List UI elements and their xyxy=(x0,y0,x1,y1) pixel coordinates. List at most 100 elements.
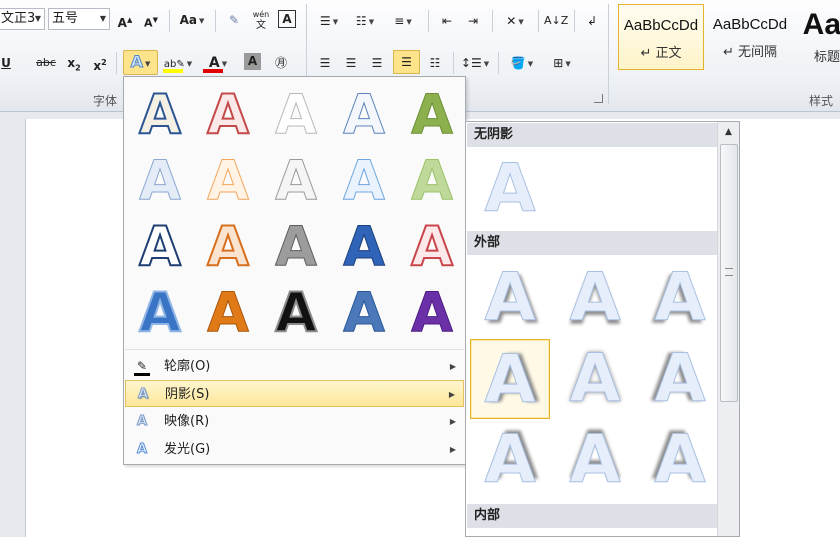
paragraph-launcher-icon[interactable] xyxy=(594,94,603,103)
effect-style-10[interactable]: A xyxy=(396,149,468,213)
chevron-down-icon: ▼ xyxy=(34,14,41,23)
effect-style-4[interactable]: A xyxy=(328,83,400,147)
effect-style-19[interactable]: A xyxy=(328,281,400,345)
shadow-outer-7[interactable]: A xyxy=(470,420,550,500)
effect-style-12[interactable]: A xyxy=(192,214,264,279)
char-border-icon[interactable]: A xyxy=(278,10,296,28)
shadow-outer-6[interactable]: A xyxy=(640,339,720,419)
phonetic-guide-icon[interactable]: wén 文 xyxy=(250,9,272,31)
char-shading-icon[interactable]: A xyxy=(244,53,261,70)
effect-style-13[interactable]: A xyxy=(260,215,332,279)
menu-item-glow[interactable]: A 发光(G) ▶ xyxy=(125,436,464,463)
shadow-outer-3[interactable]: A xyxy=(640,258,720,338)
effect-style-3[interactable]: A xyxy=(260,83,332,147)
section-header-inner: 内部 xyxy=(467,504,718,528)
effect-style-20[interactable]: A xyxy=(396,281,468,345)
effect-style-6[interactable]: A xyxy=(124,149,196,213)
font-size-value: 五号 xyxy=(52,11,79,26)
reflection-a-icon: A xyxy=(136,414,148,430)
font-size-combo[interactable]: 五号 ▼ xyxy=(48,8,110,30)
style-sample: AaBbCcDd xyxy=(712,16,788,33)
effect-style-17[interactable]: A xyxy=(192,281,264,345)
effect-style-8[interactable]: A xyxy=(260,149,332,213)
shadow-outer-4[interactable]: A xyxy=(470,339,550,419)
style-name: 标题 xyxy=(814,50,840,65)
numbering-button[interactable]: ☷ ▼ xyxy=(350,10,380,32)
submenu-arrow-icon: ▶ xyxy=(449,417,456,426)
align-right-icon[interactable]: ☰ xyxy=(366,52,388,74)
align-left-icon[interactable]: ☰ xyxy=(314,52,336,74)
increase-indent-icon[interactable]: ⇥ xyxy=(462,10,484,32)
show-marks-icon[interactable]: ↲ xyxy=(582,10,602,32)
section-header-no-shadow: 无阴影 xyxy=(467,123,718,147)
text-effects-button[interactable]: A ▼ xyxy=(123,50,158,75)
menu-item-label: 轮廓(O) xyxy=(164,359,211,374)
shrink-font-button[interactable]: A▼ xyxy=(140,9,162,31)
font-color-button[interactable]: A ▼ xyxy=(201,52,235,74)
change-case-button[interactable]: Aa ▼ xyxy=(176,9,208,31)
styles-group-label: 样式 xyxy=(809,94,834,108)
outline-pen-icon: ✎ xyxy=(133,353,151,380)
effect-style-18[interactable]: A xyxy=(260,280,332,345)
line-spacing-button[interactable]: ↕☰ ▼ xyxy=(458,52,492,74)
submenu-arrow-icon: ▶ xyxy=(449,362,456,371)
font-name-combo[interactable]: 文正3 ▼ xyxy=(0,8,45,30)
chinese-layout-button[interactable]: ✕ ▼ xyxy=(498,10,532,32)
shadow-outer-5[interactable]: A xyxy=(555,339,635,419)
submenu-scrollbar[interactable]: ▲ xyxy=(717,122,739,536)
style-no-spacing[interactable]: AaBbCcDd ↵ 无间隔 xyxy=(707,4,793,70)
effect-style-2[interactable]: A xyxy=(192,82,264,147)
shading-button[interactable]: 🪣 ▼ xyxy=(504,52,540,74)
sort-icon[interactable]: A↓Z xyxy=(544,10,568,32)
style-sample: AaBbCcDd xyxy=(623,17,699,34)
font-name-value: 文正3 xyxy=(1,11,36,26)
menu-item-reflection[interactable]: A 映像(R) ▶ xyxy=(125,408,464,435)
menu-item-outline[interactable]: ✎ 轮廓(O) ▶ xyxy=(125,353,464,380)
underline-button[interactable]: U xyxy=(0,52,14,74)
style-name: 无间隔 xyxy=(738,45,778,60)
borders-button[interactable]: ⊞ ▼ xyxy=(546,52,578,74)
shadow-outer-2[interactable]: A xyxy=(555,258,635,338)
bullets-button[interactable]: ☰ ▼ xyxy=(314,10,344,32)
menu-item-shadow[interactable]: A 阴影(S) ▶ xyxy=(125,380,464,407)
grow-font-button[interactable]: A▲ xyxy=(114,9,136,31)
scroll-thumb[interactable] xyxy=(720,144,738,402)
clear-format-icon[interactable]: ✎ xyxy=(224,9,244,31)
decrease-indent-icon[interactable]: ⇤ xyxy=(436,10,458,32)
shadow-outer-9[interactable]: A xyxy=(640,420,720,500)
style-normal[interactable]: AaBbCcDd ↵ 正文 xyxy=(618,4,704,70)
chevron-down-icon: ▼ xyxy=(99,14,106,23)
subscript-button[interactable]: x2 xyxy=(64,52,84,74)
align-center-icon[interactable]: ☰ xyxy=(340,52,362,74)
shadow-outer-1[interactable]: A xyxy=(470,258,550,338)
effect-style-15[interactable]: A xyxy=(396,214,468,279)
style-name: 正文 xyxy=(655,46,682,61)
highlight-color-button[interactable]: ab✎ ▼ xyxy=(161,52,195,74)
text-effects-icon: A xyxy=(130,52,143,72)
enclose-char-icon[interactable]: ㊊ xyxy=(271,52,291,74)
font-group-label: 字体 xyxy=(93,94,118,108)
shadow-none[interactable]: A xyxy=(470,149,550,229)
effect-style-7[interactable]: A xyxy=(192,149,264,213)
submenu-arrow-icon: ▶ xyxy=(448,390,455,399)
effect-style-11[interactable]: A xyxy=(124,214,196,279)
multilevel-list-button[interactable]: ≡ ▼ xyxy=(386,10,420,32)
effect-style-16[interactable]: A xyxy=(124,280,196,345)
strikethrough-button[interactable]: abc xyxy=(34,52,58,74)
shadow-outer-8[interactable]: A xyxy=(555,420,635,500)
shadow-a-icon: A xyxy=(137,387,149,403)
effect-style-9[interactable]: A xyxy=(328,149,400,213)
justify-icon[interactable]: ☰ xyxy=(393,50,420,74)
effect-style-14[interactable]: A xyxy=(328,215,400,279)
superscript-button[interactable]: x2 xyxy=(90,52,110,74)
shadow-submenu: 无阴影 A 外部 A A A A A A A A A 内部 ▲ xyxy=(465,121,740,537)
scroll-up-icon[interactable]: ▲ xyxy=(720,124,737,141)
section-header-outer: 外部 xyxy=(467,231,718,255)
glow-a-icon: A xyxy=(136,442,148,458)
menu-item-label: 映像(R) xyxy=(164,414,210,429)
effect-style-1[interactable]: A xyxy=(124,82,196,147)
distributed-align-icon[interactable]: ☷ xyxy=(424,52,446,74)
style-heading[interactable]: Aal 标题 xyxy=(796,4,840,70)
menu-item-label: 发光(G) xyxy=(164,442,211,457)
effect-style-5[interactable]: A xyxy=(396,83,468,147)
